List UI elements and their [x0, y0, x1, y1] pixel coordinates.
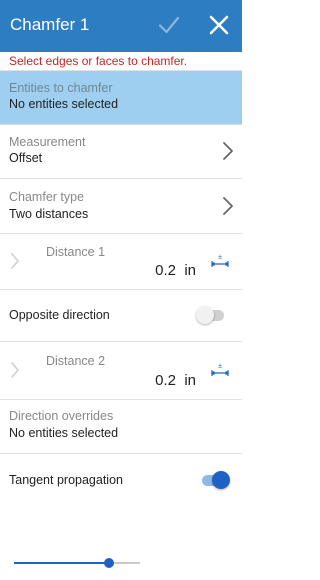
selection-hint: Select edges or faces to chamfer. [0, 52, 242, 71]
chamfer-type-value: Two distances [9, 207, 89, 221]
svg-text:±: ± [218, 254, 222, 261]
distance-2-value: 0.2 [155, 372, 176, 389]
chamfer-type-label: Chamfer type [9, 190, 85, 204]
svg-text:±: ± [218, 363, 222, 370]
chevron-right-icon [223, 197, 233, 215]
zoom-slider[interactable] [14, 555, 140, 571]
chevron-right-icon [223, 142, 233, 160]
entities-to-chamfer-field[interactable]: Entities to chamfer No entities selected [0, 71, 242, 125]
measurement-value: Offset [9, 151, 43, 165]
dialog-title: Chamfer 1 [10, 15, 90, 34]
direction-overrides-value: No entities selected [9, 426, 119, 440]
slider-thumb[interactable] [103, 558, 114, 568]
expand-chevron-icon[interactable] [10, 252, 20, 270]
slider-fill [14, 562, 109, 564]
opposite-direction-label: Opposite direction [9, 308, 110, 322]
distance-2-row[interactable]: Distance 2 0.2 in ± [0, 342, 242, 400]
entities-value: No entities selected [9, 97, 119, 111]
selection-hint-text: Select edges or faces to chamfer. [9, 54, 188, 68]
distance-1-value: 0.2 [155, 262, 176, 279]
opposite-direction-row: Opposite direction [0, 290, 242, 342]
distance-1-row[interactable]: Distance 1 0.2 in ± [0, 234, 242, 290]
direction-overrides-label: Direction overrides [9, 409, 114, 423]
tangent-propagation-row: Tangent propagation [0, 454, 242, 506]
distance-2-input[interactable]: 0.2 in [155, 372, 196, 389]
distance-1-unit: in [184, 262, 196, 279]
distance-1-input[interactable]: 0.2 in [155, 262, 196, 279]
distance-2-unit: in [184, 372, 196, 389]
measurement-label: Measurement [9, 135, 86, 149]
tangent-propagation-toggle[interactable] [200, 471, 230, 489]
tangent-propagation-label: Tangent propagation [9, 473, 123, 487]
toggle-knob [196, 306, 214, 324]
toggle-knob [212, 471, 230, 489]
checkmark-icon[interactable] [156, 12, 182, 38]
opposite-direction-toggle[interactable] [196, 306, 226, 324]
distance-2-label: Distance 2 [46, 354, 106, 368]
entities-label: Entities to chamfer [9, 81, 113, 95]
distance-1-label: Distance 1 [46, 245, 106, 259]
expand-chevron-icon[interactable] [10, 361, 20, 379]
chamfer-type-row[interactable]: Chamfer type Two distances [0, 179, 242, 234]
dialog-header: Chamfer 1 [0, 0, 242, 52]
measure-distance-icon[interactable]: ± [210, 362, 230, 378]
measurement-row[interactable]: Measurement Offset [0, 125, 242, 179]
direction-overrides-field[interactable]: Direction overrides No entities selected [0, 400, 242, 454]
measure-distance-icon[interactable]: ± [210, 253, 230, 269]
close-icon[interactable] [206, 12, 232, 38]
